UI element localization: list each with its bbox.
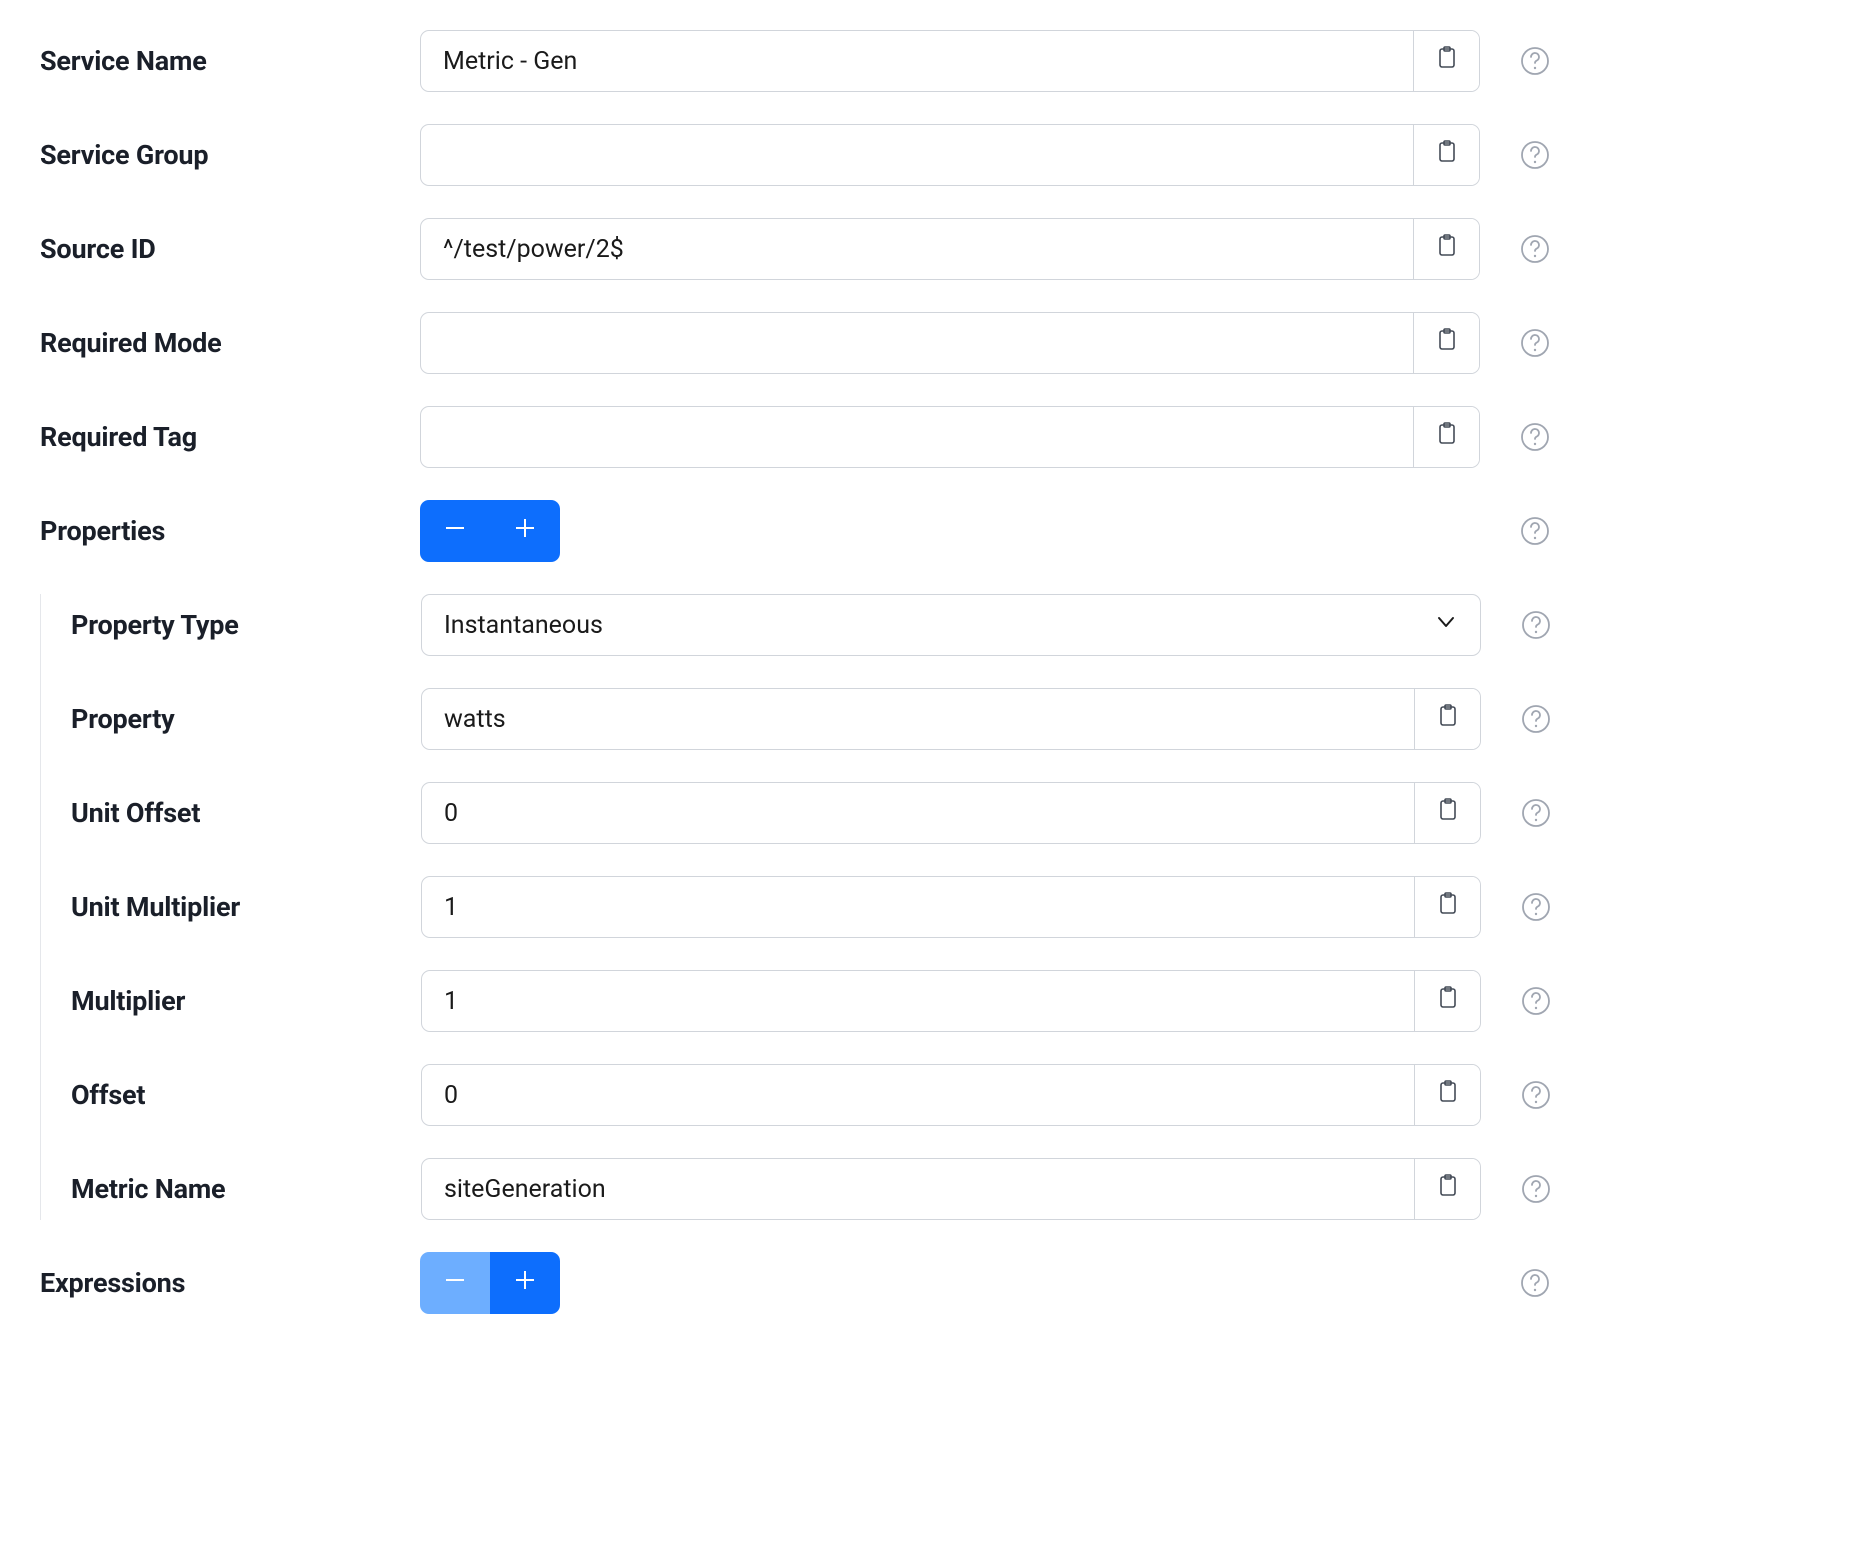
- clipboard-icon: [1437, 891, 1459, 923]
- clipboard-icon: [1436, 233, 1458, 265]
- required-tag-input[interactable]: [421, 407, 1413, 467]
- unit-offset-input[interactable]: [422, 783, 1414, 843]
- unit-offset-input-group: [421, 782, 1481, 844]
- required-mode-input-group: [420, 312, 1480, 374]
- plus-icon: [512, 515, 538, 548]
- unit-offset-label: Unit Offset: [71, 797, 421, 829]
- service-name-clipboard-button[interactable]: [1413, 31, 1479, 91]
- properties-add-button[interactable]: [490, 500, 560, 562]
- required-tag-clipboard-button[interactable]: [1413, 407, 1479, 467]
- offset-input[interactable]: [422, 1065, 1414, 1125]
- source-id-help-icon[interactable]: [1520, 234, 1550, 264]
- offset-label: Offset: [71, 1079, 421, 1111]
- expressions-add-button[interactable]: [490, 1252, 560, 1314]
- required-tag-input-group: [420, 406, 1480, 468]
- required-tag-help-icon[interactable]: [1520, 422, 1550, 452]
- clipboard-icon: [1437, 1079, 1459, 1111]
- property-help-icon[interactable]: [1521, 704, 1551, 734]
- unit-multiplier-clipboard-button[interactable]: [1414, 877, 1480, 937]
- expressions-help-icon[interactable]: [1520, 1268, 1550, 1298]
- property-clipboard-button[interactable]: [1414, 689, 1480, 749]
- service-name-label: Service Name: [40, 45, 420, 77]
- clipboard-icon: [1437, 797, 1459, 829]
- clipboard-icon: [1437, 1173, 1459, 1205]
- unit-offset-help-icon[interactable]: [1521, 798, 1551, 828]
- service-name-input[interactable]: [421, 31, 1413, 91]
- expressions-button-group: [420, 1252, 560, 1314]
- offset-clipboard-button[interactable]: [1414, 1065, 1480, 1125]
- property-label: Property: [71, 703, 421, 735]
- service-group-input-group: [420, 124, 1480, 186]
- metric-name-label: Metric Name: [71, 1173, 421, 1205]
- metric-name-clipboard-button[interactable]: [1414, 1159, 1480, 1219]
- metric-name-input-group: [421, 1158, 1481, 1220]
- multiplier-label: Multiplier: [71, 985, 421, 1017]
- service-name-help-icon[interactable]: [1520, 46, 1550, 76]
- property-input-group: [421, 688, 1481, 750]
- property-type-help-icon[interactable]: [1521, 610, 1551, 640]
- clipboard-icon: [1437, 985, 1459, 1017]
- source-id-input-group: [420, 218, 1480, 280]
- unit-multiplier-input[interactable]: [422, 877, 1414, 937]
- property-type-selected-value: Instantaneous: [422, 595, 1480, 655]
- offset-input-group: [421, 1064, 1481, 1126]
- property-input[interactable]: [422, 689, 1414, 749]
- source-id-label: Source ID: [40, 233, 420, 265]
- offset-help-icon[interactable]: [1521, 1080, 1551, 1110]
- service-group-help-icon[interactable]: [1520, 140, 1550, 170]
- required-mode-clipboard-button[interactable]: [1413, 313, 1479, 373]
- clipboard-icon: [1436, 421, 1458, 453]
- expressions-label: Expressions: [40, 1267, 420, 1299]
- metric-name-help-icon[interactable]: [1521, 1174, 1551, 1204]
- property-type-select[interactable]: Instantaneous: [421, 594, 1481, 656]
- service-group-label: Service Group: [40, 139, 420, 171]
- plus-icon: [512, 1267, 538, 1300]
- minus-icon: [442, 515, 468, 548]
- properties-remove-button[interactable]: [420, 500, 490, 562]
- clipboard-icon: [1436, 45, 1458, 77]
- required-tag-label: Required Tag: [40, 421, 420, 453]
- required-mode-label: Required Mode: [40, 327, 420, 359]
- properties-label: Properties: [40, 515, 420, 547]
- service-group-input[interactable]: [421, 125, 1413, 185]
- multiplier-help-icon[interactable]: [1521, 986, 1551, 1016]
- service-group-clipboard-button[interactable]: [1413, 125, 1479, 185]
- minus-icon: [442, 1267, 468, 1300]
- unit-multiplier-help-icon[interactable]: [1521, 892, 1551, 922]
- unit-multiplier-label: Unit Multiplier: [71, 891, 421, 923]
- properties-button-group: [420, 500, 560, 562]
- expressions-remove-button[interactable]: [420, 1252, 490, 1314]
- source-id-clipboard-button[interactable]: [1413, 219, 1479, 279]
- properties-help-icon[interactable]: [1520, 516, 1550, 546]
- multiplier-input-group: [421, 970, 1481, 1032]
- property-type-label: Property Type: [71, 609, 421, 641]
- unit-offset-clipboard-button[interactable]: [1414, 783, 1480, 843]
- required-mode-help-icon[interactable]: [1520, 328, 1550, 358]
- clipboard-icon: [1436, 327, 1458, 359]
- source-id-input[interactable]: [421, 219, 1413, 279]
- clipboard-icon: [1436, 139, 1458, 171]
- clipboard-icon: [1437, 703, 1459, 735]
- service-name-input-group: [420, 30, 1480, 92]
- multiplier-input[interactable]: [422, 971, 1414, 1031]
- metric-name-input[interactable]: [422, 1159, 1414, 1219]
- unit-multiplier-input-group: [421, 876, 1481, 938]
- required-mode-input[interactable]: [421, 313, 1413, 373]
- multiplier-clipboard-button[interactable]: [1414, 971, 1480, 1031]
